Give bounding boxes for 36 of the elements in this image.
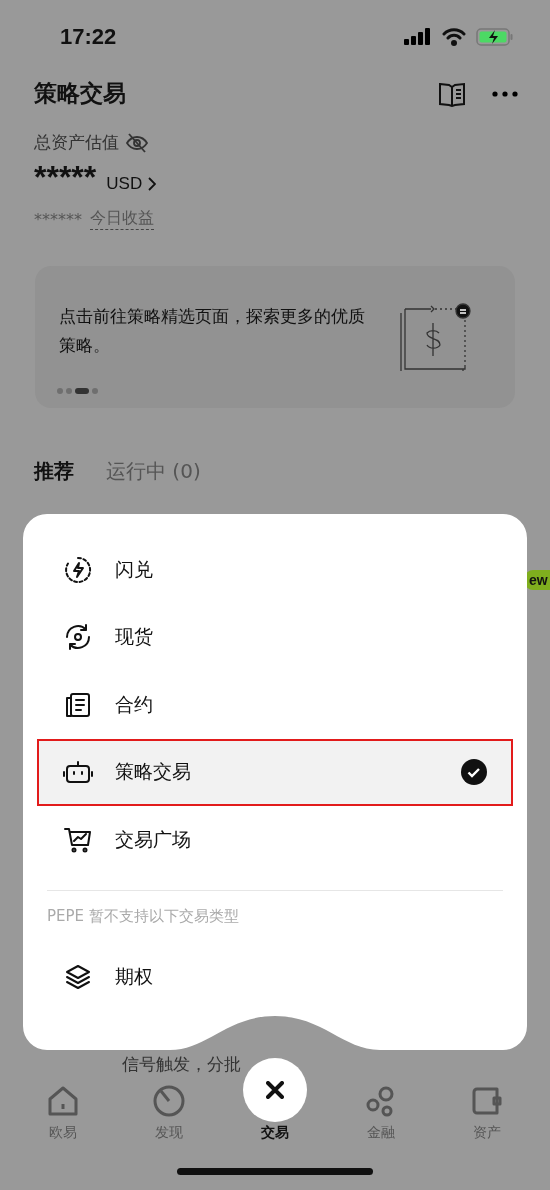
book-icon[interactable]	[438, 80, 466, 107]
dollar-card-drawing	[399, 303, 471, 371]
battery-icon	[476, 27, 514, 47]
banner-card[interactable]: 点击前往策略精选页面，探索更多的优质策略。	[35, 266, 515, 408]
home-icon	[46, 1084, 80, 1118]
today-label: 今日收益	[90, 208, 154, 230]
status-time: 17:22	[60, 24, 117, 50]
check-icon	[461, 759, 487, 786]
menu-item[interactable]: 期权	[37, 943, 513, 1011]
strategy-description: 信号触发，分批	[122, 1053, 241, 1076]
page-dot[interactable]	[57, 388, 63, 394]
close-icon	[266, 1081, 284, 1099]
tab[interactable]: 推荐	[34, 458, 74, 485]
eye-hidden-icon[interactable]	[125, 131, 149, 154]
asset-label: 总资产估值	[34, 131, 119, 154]
page-dot[interactable]	[66, 388, 72, 394]
page-title: 策略交易	[34, 79, 126, 108]
compass-icon	[152, 1084, 186, 1118]
signal-icon	[404, 27, 432, 47]
menu-item[interactable]: 策略交易	[37, 738, 513, 806]
menu-item[interactable]: 合约	[37, 671, 513, 739]
asset-value: *****	[34, 160, 97, 194]
chevron-icon	[148, 177, 157, 191]
menu-item[interactable]: 闪兑	[37, 536, 513, 604]
currency-selector[interactable]: USD	[106, 174, 157, 194]
menu-item[interactable]: 现货	[37, 603, 513, 671]
page-dot[interactable]	[92, 388, 98, 394]
wifi-icon	[442, 28, 466, 46]
more-icon[interactable]	[492, 90, 518, 97]
banner-text: 点击前往策略精选页面，探索更多的优质策略。	[59, 305, 366, 357]
today-value: ******	[34, 209, 82, 229]
menu-item[interactable]: 交易广场	[37, 806, 513, 874]
lightning-icon	[63, 554, 93, 585]
rotate-icon	[63, 622, 93, 653]
unsupported-note: PEPE 暂不支持以下交易类型	[46, 905, 240, 927]
new-badge: ew	[525, 570, 550, 590]
